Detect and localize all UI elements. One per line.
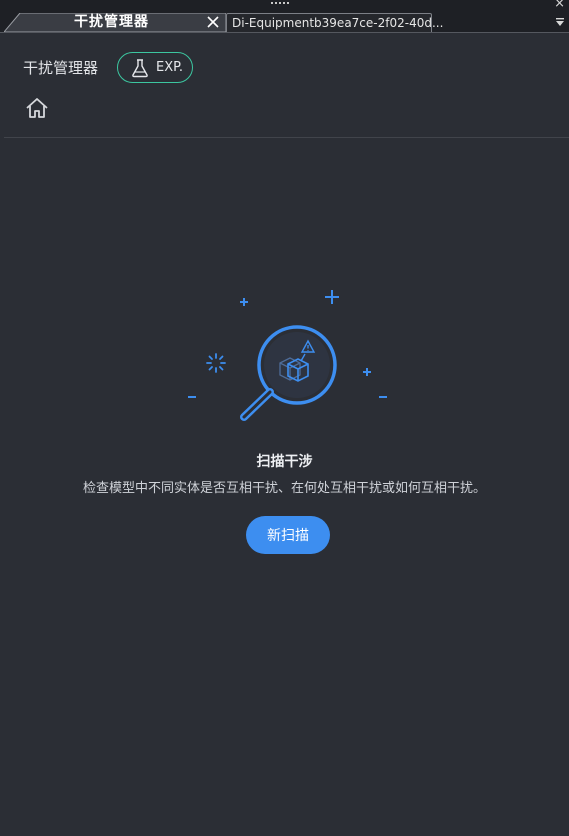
panel-title: 干扰管理器: [23, 59, 99, 77]
tab-interference-manager[interactable]: 干扰管理器: [4, 13, 226, 32]
top-strip: ×: [0, 0, 569, 10]
home-icon[interactable]: [25, 96, 49, 120]
new-scan-button[interactable]: 新扫描: [246, 516, 330, 554]
empty-state-description: 检查模型中不同实体是否互相干扰、在何处互相干扰或如何互相干扰。: [82, 481, 486, 496]
badge-label: EXP.: [156, 60, 184, 75]
tab-label: Di-Equipmentb39ea7ce-2f02-40d...: [232, 16, 444, 30]
tab-label: 干扰管理器: [74, 14, 149, 30]
drag-grip-icon[interactable]: [271, 2, 289, 7]
experimental-badge[interactable]: EXP.: [117, 52, 193, 83]
magnifier-box-icon: [188, 290, 387, 421]
flask-icon: [132, 59, 148, 78]
close-icon[interactable]: [206, 15, 220, 29]
empty-state-title: 扫描干涉: [256, 454, 313, 470]
header-divider: [4, 137, 569, 138]
tab-bar: 干扰管理器 Di-Equipmentb39ea7ce-2f02-40d...: [0, 10, 569, 33]
tab-equipment[interactable]: Di-Equipmentb39ea7ce-2f02-40d...: [226, 13, 443, 32]
dropdown-arrow-icon[interactable]: [555, 18, 565, 28]
window-close-icon[interactable]: ×: [554, 0, 565, 10]
